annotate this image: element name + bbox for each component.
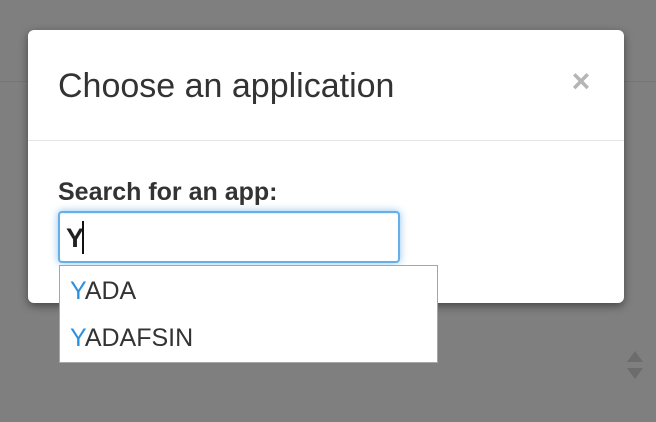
search-label: Search for an app:: [58, 178, 278, 206]
suggestion-match: Y: [70, 324, 85, 352]
suggestion-item[interactable]: YADA: [60, 267, 437, 313]
suggestion-label: YADAFSIN: [70, 323, 193, 353]
suggestion-item[interactable]: YADAFSIN: [60, 314, 437, 360]
app-search-input[interactable]: Y: [58, 211, 400, 263]
autocomplete-dropdown: YADA YADAFSIN: [59, 265, 438, 363]
suggestion-label: YADA: [70, 276, 136, 306]
suggestion-rest: ADA: [84, 277, 137, 305]
dialog-header: Choose an application ×: [28, 30, 624, 141]
suggestion-rest: ADAFSIN: [84, 324, 194, 352]
suggestion-match: Y: [70, 277, 85, 305]
dialog-title: Choose an application: [58, 67, 395, 105]
sort-icon[interactable]: [627, 351, 643, 379]
text-cursor: [82, 221, 84, 254]
choose-application-dialog: Choose an application × Search for an ap…: [28, 30, 624, 303]
close-button[interactable]: ×: [568, 64, 594, 98]
